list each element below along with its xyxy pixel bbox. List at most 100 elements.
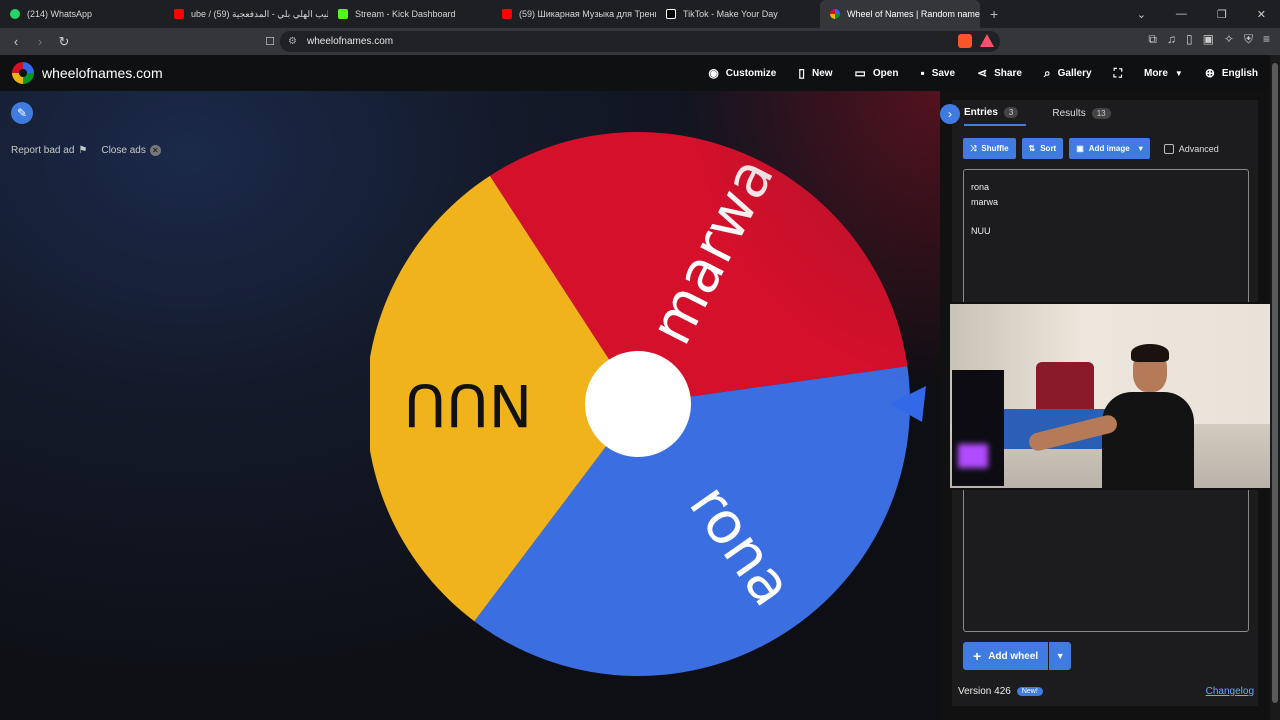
tab-results[interactable]: Results 13 [1052,100,1111,126]
new-tab-button[interactable]: + [990,6,998,22]
language-label: English [1221,67,1258,79]
edit-button[interactable]: ✎ [11,102,33,124]
chevron-down-icon: ▼ [1174,68,1183,78]
back-icon[interactable]: ‹ [6,34,26,49]
top-menu: ◉ Customize ▯ New ▭ Open ▪ Save ⋖ Share … [708,55,1280,91]
browser-tab-kick[interactable]: Stream - Kick Dashboard [328,0,492,28]
scrollbar-thumb[interactable] [1272,63,1278,703]
media-icon[interactable]: ♫ [1167,32,1176,47]
browser-tab-tiktok[interactable]: TikTok - Make Your Day [656,0,820,28]
tab-title: TikTok - Make Your Day [683,9,778,19]
restore-icon[interactable]: ❐ [1217,8,1227,21]
fullscreen-button[interactable]: ⛶ [1114,66,1122,81]
language-button[interactable]: ⊕ English [1205,66,1258,80]
sort-button[interactable]: ⇅ Sort [1021,138,1064,159]
version-text: Version 426 [958,686,1011,697]
menu-icon[interactable]: ≡ [1263,32,1270,47]
close-icon: ✕ [149,145,161,156]
share-button[interactable]: ⋖ Share [977,66,1022,80]
browser-tab-whatsapp[interactable]: (214) WhatsApp [0,0,164,28]
close-ads-label: Close ads [101,145,146,156]
new-label: New [811,67,833,79]
chevron-down-icon: ▾ [1138,144,1143,153]
reload-icon[interactable]: ↻ [54,34,74,50]
wheel-favicon-icon [830,9,840,19]
forward-icon[interactable]: › [30,34,50,49]
logo-text: wheelofnames.com [42,65,163,81]
folder-icon: ▭ [854,66,866,80]
tab-title: Wheel of Names | Random name [847,9,980,19]
new-file-icon: ▯ [798,66,805,80]
browser-tab-youtube-1[interactable]: ube / كليب الهلي بلي - المدفعجية (59) [164,0,328,28]
sort-icon: ⇅ [1028,144,1036,153]
browser-tab-youtube-2[interactable]: (59) Шикарная Музыка для Трениров [492,0,656,28]
kick-icon [338,9,348,19]
extensions-icon[interactable]: ⧉ [1148,32,1157,47]
changelog-link[interactable]: Changelog [1206,686,1254,697]
flag-icon: ⚑ [78,145,88,156]
wallet-icon[interactable]: ▣ [1203,32,1214,47]
add-image-label: Add image [1088,144,1130,153]
save-button[interactable]: ▪ Save [920,66,955,80]
entries-toolbar: ⤨ Shuffle ⇅ Sort ▣ Add image ▾ Advanced [963,138,1219,159]
more-button[interactable]: More ▼ [1144,68,1183,79]
gallery-button[interactable]: ⌕ Gallery [1044,66,1092,81]
close-window-icon[interactable]: ✕ [1257,8,1266,21]
wheel[interactable]: marwa rona NUU [370,128,926,688]
entry-line [971,209,1241,224]
add-wheel-dropdown[interactable]: ▼ [1049,642,1072,670]
webcam-bed-headboard [1036,362,1094,410]
tab-title: ube / كليب الهلي بلي - المدفعجية (59) [191,8,328,19]
new-button[interactable]: ▯ New [798,66,832,80]
search-icon: ⌕ [1043,65,1051,80]
url-field[interactable]: ⚙ wheelofnames.com [280,31,1000,52]
webcam-pc-glow [958,444,988,468]
tab-title: Stream - Kick Dashboard [355,9,456,19]
whatsapp-icon [10,9,20,19]
fullscreen-icon: ⛶ [1113,65,1122,80]
open-label: Open [872,67,899,79]
brave-rewards-icon[interactable] [980,34,994,47]
tab-search-icon[interactable]: ⌄ [1137,8,1146,21]
shuffle-button[interactable]: ⤨ Shuffle [963,138,1016,159]
window-controls: ⌄ — ❐ ✕ [1137,0,1280,28]
wheel-label-nuu: NUU [404,371,532,439]
save-icon: ▪ [920,66,925,80]
browser-tab-wheel-of-names[interactable]: Wheel of Names | Random name ✕ [820,0,980,28]
tab-entries[interactable]: Entries 3 [964,100,1027,126]
wheel-svg[interactable]: marwaronaNUU [370,128,930,688]
wheel-center-hub[interactable] [585,351,691,457]
webcam-overlay [948,302,1278,490]
sidebar-icon[interactable]: ▯ [1186,32,1193,47]
webcam-person-hair [1131,344,1169,362]
panel-tabs: Entries 3 Results 13 [952,100,1258,126]
add-wheel-button[interactable]: + Add wheel [963,642,1049,670]
panel-footer: Version 426 New! Changelog [958,686,1254,697]
advanced-toggle[interactable]: Advanced [1163,143,1219,154]
plus-icon: + [973,648,982,664]
entry-line: NUU [971,225,991,236]
brave-shields-icon[interactable] [958,34,972,48]
site-settings-icon[interactable]: ⚙ [288,36,297,47]
minimize-icon[interactable]: — [1176,8,1187,20]
wheel-area: ✎ Report bad ad ⚑ Close ads ✕ marwa rona NUU [0,91,940,720]
bookmark-icon[interactable]: ☐ [260,35,280,48]
page-scrollbar[interactable] [1270,55,1280,720]
tiktok-icon [666,9,676,19]
site-logo[interactable]: wheelofnames.com [12,62,163,84]
pencil-icon: ✎ [16,106,28,120]
open-button[interactable]: ▭ Open [855,66,899,80]
customize-button[interactable]: ◉ Customize [708,66,776,80]
new-badge: New! [1016,687,1043,696]
ad-links: Report bad ad ⚑ Close ads ✕ [11,145,161,156]
site-header: wheelofnames.com ◉ Customize ▯ New ▭ Ope… [0,55,1280,91]
image-icon: ▣ [1076,144,1084,153]
add-image-button[interactable]: ▣ Add image ▾ [1069,138,1150,159]
close-ads-link[interactable]: Close ads ✕ [101,145,161,156]
add-wheel-group: + Add wheel ▼ [963,642,1072,670]
wheel-logo-icon [12,62,34,84]
leo-icon[interactable]: ✧ [1224,32,1234,47]
vpn-icon[interactable]: ⛨ [1244,32,1253,47]
report-ad-link[interactable]: Report bad ad ⚑ [11,145,87,156]
advanced-checkbox[interactable] [1163,143,1174,154]
